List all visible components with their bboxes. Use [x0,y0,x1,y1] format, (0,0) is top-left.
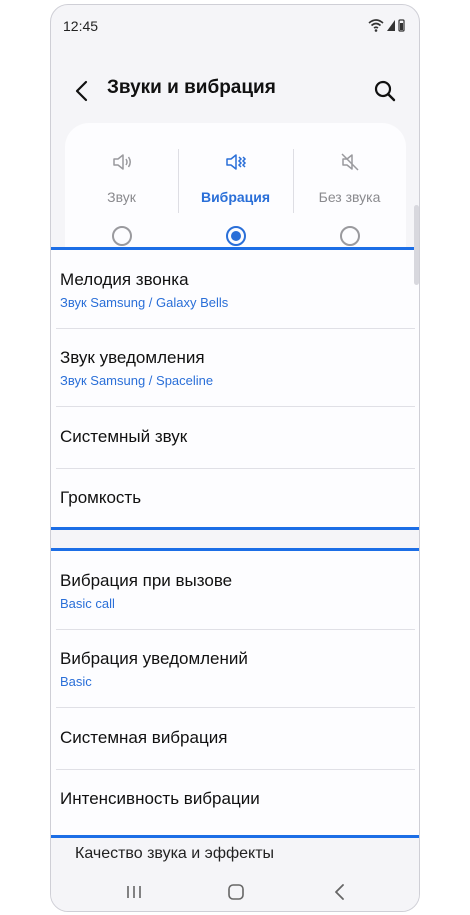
list-item-system-sound[interactable]: Системный звук [51,406,419,468]
sound-mode-sound[interactable]: Звук [65,123,178,253]
list-item-notification-vibration[interactable]: Вибрация уведомлений Basic [51,629,419,707]
back-arrow-icon[interactable] [67,75,99,107]
item-title: Звук уведомления [60,348,205,367]
list-item-volume[interactable]: Громкость [51,468,419,528]
mute-icon [341,153,359,171]
vibration-settings-group: Вибрация при вызове Basic call Вибрация … [51,548,419,838]
sound-mode-vibrate[interactable]: Вибрация [179,123,292,253]
sound-settings-group: Мелодия звонка Звук Samsung / Galaxy Bel… [51,247,419,530]
list-item-system-vibration[interactable]: Системная вибрация [51,707,419,769]
item-title: Громкость [60,488,142,507]
item-subtitle: Basic [60,674,92,689]
status-bar: 12:45 [51,5,419,45]
item-subtitle: Basic call [60,596,115,611]
item-title: Системный звук [60,427,188,446]
sound-mode-radio[interactable] [112,226,132,246]
phone-screen: 12:45 Звуки и вибрация Звук Вибрация Без… [50,4,420,912]
navigation-bar [51,871,419,911]
status-time: 12:45 [63,18,99,34]
mute-mode-radio[interactable] [340,226,360,246]
item-title: Вибрация уведомлений [60,649,248,668]
back-nav-icon[interactable] [325,879,355,905]
list-item-ringtone[interactable]: Мелодия звонка Звук Samsung / Galaxy Bel… [51,250,419,328]
status-icons [368,19,405,32]
home-icon[interactable] [221,879,251,905]
page-title: Звуки и вибрация [107,77,276,98]
list-item-call-vibration[interactable]: Вибрация при вызове Basic call [51,551,419,629]
wifi-icon [368,19,384,32]
item-subtitle: Звук Samsung / Spaceline [60,373,214,388]
item-title: Вибрация при вызове [60,571,233,590]
signal-icon [387,20,395,31]
sound-mode-label: Звук [107,189,136,205]
vibrate-mode-radio[interactable] [226,226,246,246]
speaker-icon [113,154,131,170]
recent-apps-icon[interactable] [119,879,149,905]
search-icon[interactable] [369,75,401,107]
scrollbar[interactable] [414,205,419,285]
item-subtitle: Звук Samsung / Galaxy Bells [60,295,229,310]
mute-mode-label: Без звука [318,189,381,205]
list-item-vibration-intensity[interactable]: Интенсивность вибрации [51,769,419,829]
list-item-notification-sound[interactable]: Звук уведомления Звук Samsung / Spacelin… [51,328,419,406]
vibrate-icon [226,154,247,170]
item-title: Системная вибрация [60,728,228,747]
vibrate-mode-label: Вибрация [200,189,271,205]
item-title: Интенсивность вибрации [60,789,260,808]
sound-mode-mute[interactable]: Без звука [293,123,406,253]
app-header: Звуки и вибрация [51,65,419,117]
item-title: Мелодия звонка [60,270,189,289]
list-item-sound-quality[interactable]: Качество звука и эффекты [75,845,274,863]
battery-icon [398,19,405,32]
